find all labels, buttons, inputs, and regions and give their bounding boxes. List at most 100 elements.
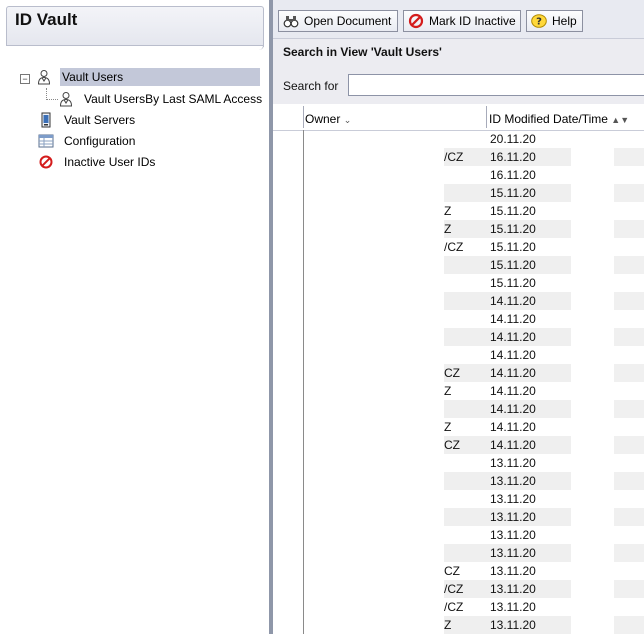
search-input[interactable] bbox=[348, 74, 644, 96]
date-cell: 13.11.20 bbox=[490, 528, 536, 542]
table-row[interactable]: 14.11.20 bbox=[304, 400, 644, 418]
owner-cell: Z bbox=[444, 222, 452, 236]
view-grid: Owner ⌄ ID Modified Date/Time ▲▼ 20.11.2… bbox=[273, 104, 644, 634]
owner-cell: /CZ bbox=[444, 240, 464, 254]
date-cell: 15.11.20 bbox=[490, 276, 536, 290]
prohibited-icon bbox=[408, 13, 424, 29]
table-row[interactable]: 15.11.20 bbox=[304, 256, 644, 274]
user-icon bbox=[59, 92, 73, 107]
date-cell: 15.11.20 bbox=[490, 240, 536, 254]
date-cell: 20.11.20 bbox=[490, 132, 536, 146]
date-cell: 15.11.20 bbox=[490, 222, 536, 236]
owner-cell: Z bbox=[444, 420, 452, 434]
owner-cell: /CZ bbox=[444, 582, 464, 596]
table-row[interactable]: /CZ 15.11.20 bbox=[304, 238, 644, 256]
mark-id-inactive-button[interactable]: Mark ID Inactive bbox=[403, 10, 521, 32]
tree-item-vault-users-saml[interactable]: Vault UsersBy Last SAML Access bbox=[58, 90, 268, 108]
table-row[interactable]: 14.11.20 bbox=[304, 346, 644, 364]
column-resize-handle[interactable] bbox=[486, 106, 487, 128]
table-row[interactable]: 20.11.20 bbox=[304, 130, 644, 148]
configuration-icon bbox=[38, 134, 54, 148]
help-icon: ? bbox=[531, 14, 547, 28]
date-cell: 13.11.20 bbox=[490, 546, 536, 560]
date-cell: 14.11.20 bbox=[490, 312, 536, 326]
owner-cell: Z bbox=[444, 384, 452, 398]
date-cell: 14.11.20 bbox=[490, 384, 536, 398]
table-row[interactable]: 13.11.20 bbox=[304, 472, 644, 490]
table-row[interactable]: CZ 14.11.20 bbox=[304, 364, 644, 382]
owner-cell: Z bbox=[444, 204, 452, 218]
owner-cell: /CZ bbox=[444, 150, 464, 164]
navigator-pane: ID Vault − Vault Users Vault UsersBy Las… bbox=[0, 0, 269, 634]
date-cell: 14.11.20 bbox=[490, 420, 536, 434]
table-row[interactable]: 14.11.20 bbox=[304, 310, 644, 328]
tree-item-vault-users[interactable]: Vault Users bbox=[36, 68, 262, 86]
date-cell: 13.11.20 bbox=[490, 474, 536, 488]
date-cell: 15.11.20 bbox=[490, 258, 536, 272]
collapse-toggle[interactable]: − bbox=[20, 74, 30, 84]
date-cell: 14.11.20 bbox=[490, 330, 536, 344]
table-row[interactable]: CZ 13.11.20 bbox=[304, 562, 644, 580]
date-cell: 14.11.20 bbox=[490, 294, 536, 308]
table-row[interactable]: Z 14.11.20 bbox=[304, 382, 644, 400]
date-cell: 16.11.20 bbox=[490, 150, 536, 164]
table-row[interactable]: /CZ 13.11.20 bbox=[304, 580, 644, 598]
date-cell: 13.11.20 bbox=[490, 492, 536, 506]
sort-chevron-icon: ⌄ bbox=[343, 115, 352, 125]
tree-item-inactive-user-ids[interactable]: Inactive User IDs bbox=[38, 153, 238, 171]
table-row[interactable]: Z 15.11.20 bbox=[304, 220, 644, 238]
table-row[interactable]: 13.11.20 bbox=[304, 454, 644, 472]
navigator-header: ID Vault bbox=[6, 6, 264, 47]
table-row[interactable]: 16.11.20 bbox=[304, 166, 644, 184]
search-label: Search for bbox=[283, 79, 339, 93]
sort-updown-icon: ▲▼ bbox=[611, 115, 630, 125]
server-icon bbox=[41, 112, 51, 128]
table-row[interactable]: Z 15.11.20 bbox=[304, 202, 644, 220]
date-cell: 13.11.20 bbox=[490, 564, 536, 578]
column-header-id-modified[interactable]: ID Modified Date/Time ▲▼ bbox=[489, 112, 629, 126]
date-cell: 13.11.20 bbox=[490, 456, 536, 470]
table-row[interactable]: 14.11.20 bbox=[304, 328, 644, 346]
table-row[interactable]: CZ 14.11.20 bbox=[304, 436, 644, 454]
navigator-title: ID Vault bbox=[15, 10, 78, 29]
svg-text:?: ? bbox=[536, 17, 542, 28]
open-document-button[interactable]: Open Document bbox=[278, 10, 398, 32]
user-icon bbox=[37, 70, 51, 85]
table-row[interactable]: Z 13.11.20 bbox=[304, 616, 644, 634]
table-row[interactable]: /CZ 13.11.20 bbox=[304, 598, 644, 616]
table-row[interactable]: /CZ 16.11.20 bbox=[304, 148, 644, 166]
date-cell: 15.11.20 bbox=[490, 204, 536, 218]
table-row[interactable]: Z 14.11.20 bbox=[304, 418, 644, 436]
owner-cell: CZ bbox=[444, 438, 460, 452]
table-row[interactable]: 13.11.20 bbox=[304, 490, 644, 508]
date-cell: 13.11.20 bbox=[490, 582, 536, 596]
search-title: Search in View 'Vault Users' bbox=[283, 45, 442, 59]
owner-cell: CZ bbox=[444, 564, 460, 578]
table-row[interactable]: 13.11.20 bbox=[304, 526, 644, 544]
date-cell: 14.11.20 bbox=[490, 402, 536, 416]
date-cell: 15.11.20 bbox=[490, 186, 536, 200]
table-row[interactable]: 15.11.20 bbox=[304, 274, 644, 292]
date-cell: 14.11.20 bbox=[490, 366, 536, 380]
date-cell: 13.11.20 bbox=[490, 510, 536, 524]
table-row[interactable]: 13.11.20 bbox=[304, 508, 644, 526]
search-panel: Search in View 'Vault Users' Search for bbox=[273, 39, 644, 104]
owner-cell: Z bbox=[444, 618, 452, 632]
action-toolbar: Open Document Mark ID Inactive ? Help bbox=[273, 0, 644, 39]
tree-item-configuration[interactable]: Configuration bbox=[38, 132, 238, 150]
table-row[interactable]: 15.11.20 bbox=[304, 184, 644, 202]
column-header-owner[interactable]: Owner ⌄ bbox=[305, 112, 351, 126]
date-cell: 13.11.20 bbox=[490, 618, 536, 632]
date-cell: 13.11.20 bbox=[490, 600, 536, 614]
tree-item-vault-servers[interactable]: Vault Servers bbox=[38, 111, 238, 129]
binoculars-icon bbox=[283, 16, 299, 28]
help-button[interactable]: ? Help bbox=[526, 10, 583, 32]
date-cell: 14.11.20 bbox=[490, 348, 536, 362]
prohibited-icon bbox=[39, 155, 53, 169]
date-cell: 14.11.20 bbox=[490, 438, 536, 452]
table-row[interactable]: 14.11.20 bbox=[304, 292, 644, 310]
grid-header: Owner ⌄ ID Modified Date/Time ▲▼ bbox=[273, 104, 644, 131]
table-row[interactable]: 13.11.20 bbox=[304, 544, 644, 562]
date-cell: 16.11.20 bbox=[490, 168, 536, 182]
owner-cell: /CZ bbox=[444, 600, 464, 614]
